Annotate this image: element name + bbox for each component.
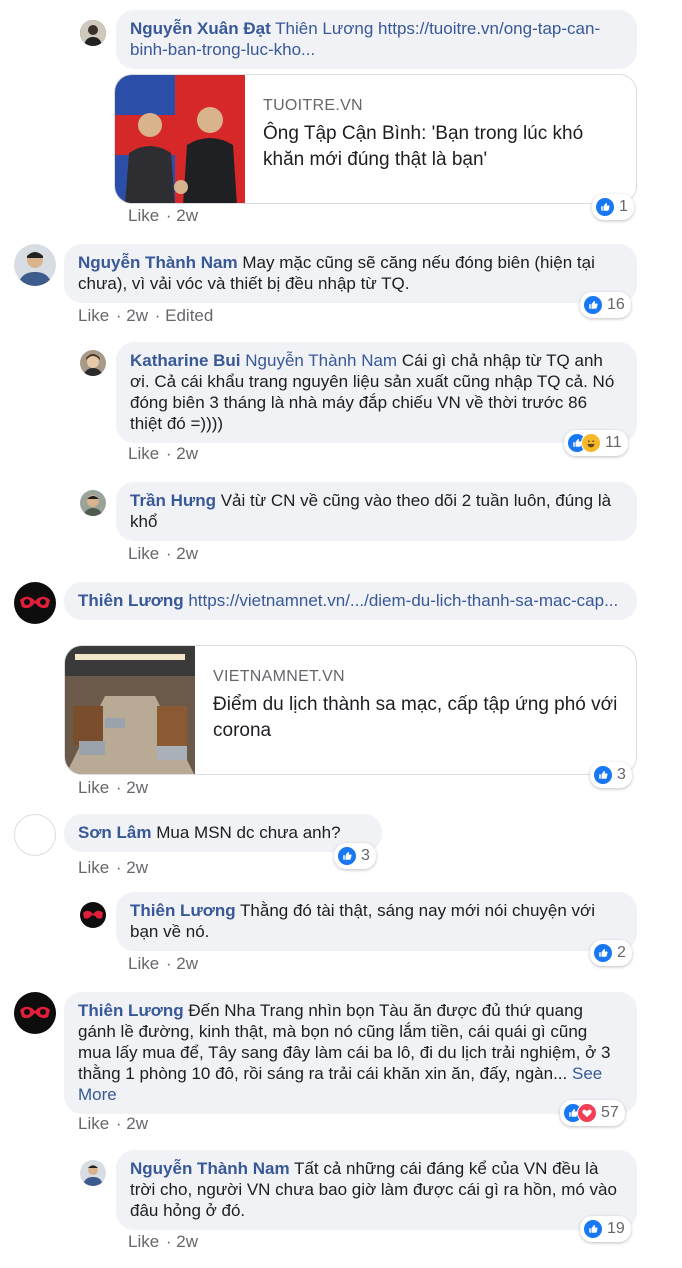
like-link[interactable]: Like [128, 444, 159, 463]
reaction-summary[interactable]: 3 [334, 843, 376, 869]
link-preview-image [115, 75, 245, 203]
timestamp[interactable]: 2w [126, 858, 148, 877]
avatar[interactable] [14, 814, 56, 856]
like-link[interactable]: Like [128, 954, 159, 973]
comment-actions: Like · 2w · Edited [78, 306, 214, 325]
timestamp[interactable]: 2w [176, 954, 198, 973]
timestamp[interactable]: 2w [176, 444, 198, 463]
timestamp[interactable]: 2w [126, 306, 148, 325]
reaction-count: 57 [601, 1104, 619, 1121]
timestamp[interactable]: 2w [126, 1114, 148, 1133]
comment-author[interactable]: Nguyễn Thành Nam [78, 253, 238, 272]
avatar[interactable] [14, 244, 56, 286]
like-link[interactable]: Like [78, 858, 109, 877]
like-reaction-icon [593, 943, 613, 963]
comment-actions: Like · 2w [128, 1232, 199, 1251]
avatar[interactable] [80, 350, 106, 376]
like-link[interactable]: Like [128, 206, 159, 225]
haha-reaction-icon [581, 433, 601, 453]
link-title: Ông Tập Cận Bình: 'Bạn trong lúc khó khă… [263, 123, 584, 170]
link-preview-card[interactable]: TUOITRE.VN Ông Tập Cận Bình: 'Bạn trong … [114, 74, 637, 204]
comment-bubble: Nguyễn Thành Nam Tất cả những cái đáng k… [116, 1150, 637, 1230]
reaction-summary[interactable]: 2 [590, 940, 632, 966]
comment-author[interactable]: Thiên Lương [78, 1001, 184, 1020]
reaction-count: 3 [617, 766, 626, 783]
reaction-summary[interactable]: 1 [592, 194, 634, 220]
comment-actions: Like · 2w [78, 778, 149, 797]
reaction-summary[interactable]: 3 [590, 762, 632, 788]
comment-bubble: Sơn Lâm Mua MSN dc chưa anh? [64, 814, 382, 852]
like-link[interactable]: Like [78, 306, 109, 325]
reaction-summary[interactable]: 57 [560, 1100, 625, 1126]
url-link[interactable]: https://vietnamnet.vn/.../diem-du-lich-t… [188, 591, 618, 610]
comment-bubble: Nguyễn Thành Nam May mặc cũng sẽ căng nế… [64, 244, 637, 303]
comment-actions: Like · 2w [128, 954, 199, 973]
comment-text: Mua MSN dc chưa anh? [156, 823, 341, 842]
comment-bubble: Trần Hưng Vải từ CN về cũng vào theo dõi… [116, 482, 637, 541]
reaction-count: 1 [619, 198, 628, 215]
like-reaction-icon [595, 197, 615, 217]
timestamp[interactable]: 2w [176, 1232, 198, 1251]
comment-bubble: Thiên Lương Thằng đó tài thật, sáng nay … [116, 892, 637, 951]
like-reaction-icon [583, 1219, 603, 1239]
timestamp[interactable]: 2w [176, 544, 198, 563]
reaction-summary[interactable]: 11 [564, 430, 628, 456]
reaction-count: 19 [607, 1220, 625, 1237]
comment-author[interactable]: Nguyễn Xuân Đạt [130, 19, 271, 38]
reaction-summary[interactable]: 19 [580, 1216, 631, 1242]
reaction-count: 16 [607, 296, 625, 313]
love-reaction-icon [577, 1103, 597, 1123]
comment-bubble: Thiên Lương https://vietnamnet.vn/.../di… [64, 582, 637, 620]
comment-bubble: Thiên Lương Đến Nha Trang nhìn bọn Tàu ă… [64, 992, 637, 1114]
reaction-summary[interactable]: 16 [580, 292, 631, 318]
reaction-count: 11 [605, 434, 622, 451]
like-link[interactable]: Like [78, 778, 109, 797]
avatar[interactable] [80, 490, 106, 516]
comment-author[interactable]: Thiên Lương [78, 591, 184, 610]
comment-actions: Like · 2w [128, 544, 199, 563]
timestamp[interactable]: 2w [176, 206, 198, 225]
like-reaction-icon [593, 765, 613, 785]
like-link[interactable]: Like [128, 1232, 159, 1251]
avatar[interactable] [14, 582, 56, 624]
comment-bubble: Nguyễn Xuân Đạt Thiên Lương https://tuoi… [116, 10, 637, 69]
mention-link[interactable]: Thiên Lương [275, 19, 373, 38]
like-link[interactable]: Like [128, 544, 159, 563]
avatar[interactable] [80, 1160, 106, 1186]
timestamp[interactable]: 2w [126, 778, 148, 797]
link-domain: TUOITRE.VN [263, 97, 363, 114]
comment-actions: Like · 2w [78, 858, 149, 877]
reaction-count: 2 [617, 944, 626, 961]
like-reaction-icon [583, 295, 603, 315]
link-preview-image [65, 646, 195, 774]
like-reaction-icon [337, 846, 357, 866]
avatar[interactable] [80, 20, 106, 46]
edited-label: Edited [165, 306, 214, 325]
link-preview-card[interactable]: VIETNAMNET.VN Điểm du lịch thành sa mạc,… [64, 645, 637, 775]
comment-author[interactable]: Sơn Lâm [78, 823, 152, 842]
avatar[interactable] [14, 992, 56, 1034]
avatar[interactable] [80, 902, 106, 928]
like-link[interactable]: Like [78, 1114, 109, 1133]
comment-author[interactable]: Thiên Lương [130, 901, 236, 920]
comment-actions: Like · 2w [128, 206, 199, 225]
comment-actions: Like · 2w [128, 444, 199, 463]
comment-author[interactable]: Nguyễn Thành Nam [130, 1159, 290, 1178]
comment-bubble: Katharine Bui Nguyễn Thành Nam Cái gì ch… [116, 342, 637, 443]
mention-link[interactable]: Nguyễn Thành Nam [245, 351, 397, 370]
link-title: Điểm du lịch thành sa mạc, cấp tập ứng p… [213, 694, 618, 741]
link-domain: VIETNAMNET.VN [213, 668, 345, 685]
comment-actions: Like · 2w [78, 1114, 149, 1133]
reaction-count: 3 [361, 847, 370, 864]
comment-author[interactable]: Katharine Bui [130, 351, 241, 370]
comment-author[interactable]: Trần Hưng [130, 491, 216, 510]
